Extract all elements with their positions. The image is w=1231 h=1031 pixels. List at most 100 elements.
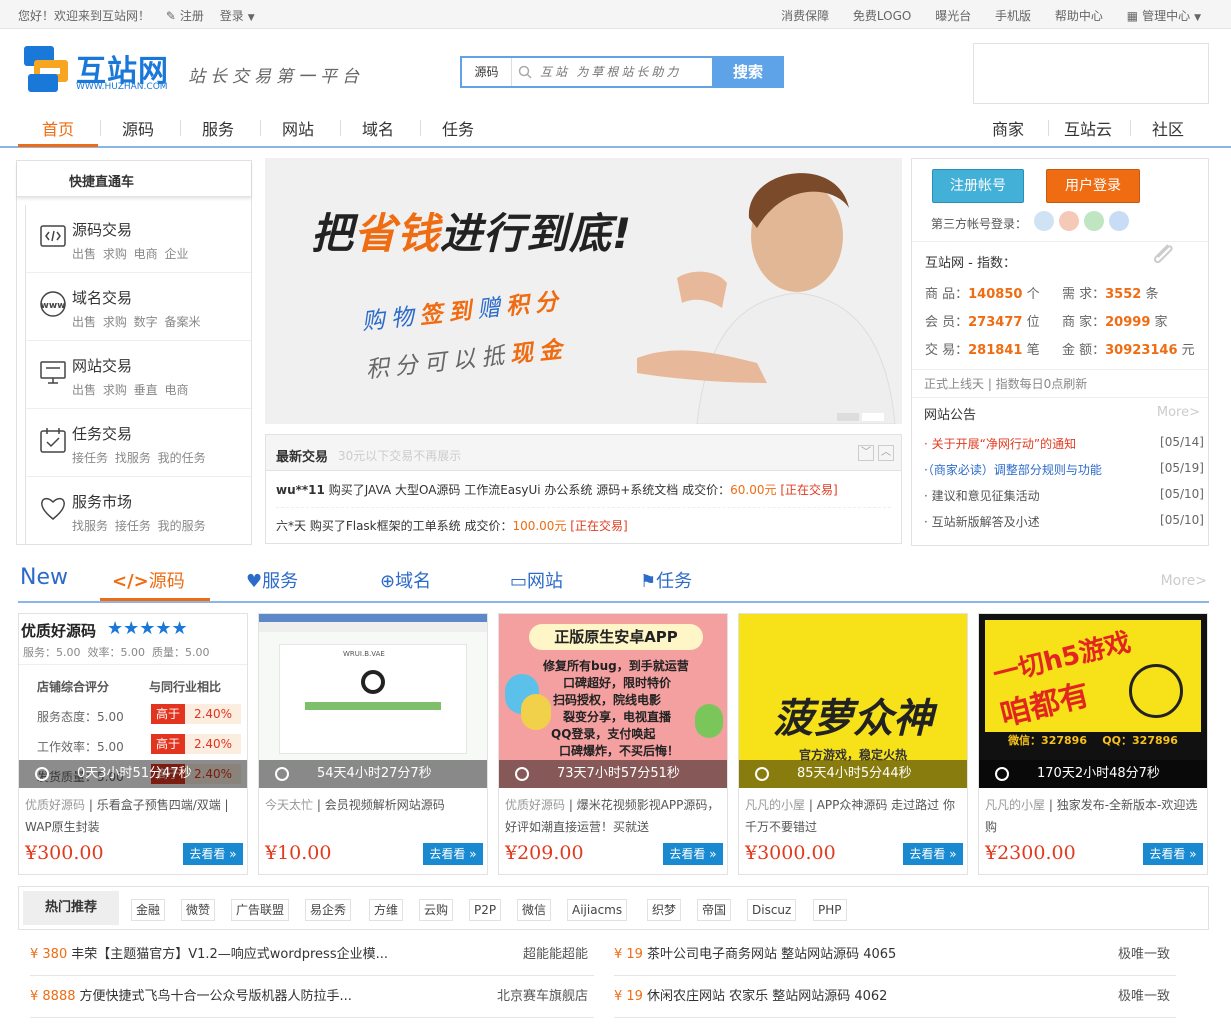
welcome-text: 您好！欢迎来到互站网！ (18, 9, 151, 23)
nav-source[interactable]: 源码 (122, 116, 154, 140)
product-card[interactable]: 菠萝众神 官方游戏，稳定火热 85天4小时5分44秒 凡凡的小屋 | APP众神… (738, 613, 968, 875)
quick-item-website[interactable]: 网站交易 出售 求购 垂直 电商 (25, 341, 251, 409)
toplink-exposure[interactable]: 曝光台 (935, 9, 971, 23)
trade-row[interactable]: wu**11 购买了JAVA 大型OA源码 工作流EasyUi 办公系统 源码+… (276, 472, 891, 508)
notice-more-link[interactable]: More> (1157, 405, 1200, 420)
baidu-icon[interactable] (1109, 211, 1129, 231)
clock-icon (755, 767, 769, 781)
wechat-icon[interactable] (1084, 211, 1104, 231)
user-login-button[interactable]: 用户登录 (1046, 169, 1140, 203)
hot-tag[interactable]: P2P (469, 899, 502, 921)
hot-tag[interactable]: Aijiacms (567, 899, 628, 921)
nav-domain[interactable]: 域名 (362, 116, 394, 140)
view-button[interactable]: 去看看 » (183, 843, 243, 865)
hot-item[interactable]: ¥ 19 休闲农庄网站 农家乐 整站网站源码 4062 极唯一致 (614, 976, 1176, 1018)
nav-cloud[interactable]: 互站云 (1064, 116, 1112, 140)
quick-item-service[interactable]: 服务市场 找服务 接任务 我的服务 (25, 477, 251, 545)
qq-icon[interactable] (1034, 211, 1054, 231)
code-icon (40, 225, 66, 247)
hot-tag[interactable]: 方维 (369, 899, 404, 921)
nav-community[interactable]: 社区 (1152, 116, 1184, 140)
search-button[interactable]: 搜索 (712, 56, 784, 88)
register-link[interactable]: ✎ 注册 (166, 9, 204, 23)
trade-row[interactable]: 六*天 购买了Flask框架的工单系统 成交价：100.00元 [正在交易] (276, 508, 891, 544)
hot-item[interactable]: ¥ 8888 方便快捷式飞鸟十合一公众号版机器人防拉手... 北京赛车旗舰店 (30, 976, 594, 1018)
product-title[interactable]: 今天太忙 | 会员视频解析网站源码 (265, 794, 483, 838)
hot-tag[interactable]: 微信 (517, 899, 552, 921)
view-button[interactable]: 去看看 » (663, 843, 723, 865)
admin-center-link[interactable]: ▦ 管理中心 ▼ (1127, 9, 1201, 23)
product-card[interactable]: 正版原生安卓APP 修复所有bug，到手就运营 口碑超好，限时特价 扫码授权，院… (498, 613, 728, 875)
notice-item[interactable]: · 关于开展“净网行动”的通知 [05/14] (924, 435, 1204, 452)
quick-item-domain[interactable]: www 域名交易 出售 求购 数字 备案米 (25, 273, 251, 341)
hero-banner[interactable]: 把省钱进行到底! 购物签到赠积分 积分可以抵现金 (265, 158, 902, 424)
hot-tag[interactable]: 织梦 (647, 899, 682, 921)
hot-item[interactable]: ¥ 19 茶叶公司电子商务网站 整站网站源码 4065 极唯一致 (614, 934, 1176, 976)
notice-title: 网站公告 (924, 408, 977, 423)
countdown-timer: 0天3小时51分47秒 (19, 760, 247, 788)
quick-access-header: 快捷直通车 (17, 161, 251, 197)
nav-merchant[interactable]: 商家 (992, 116, 1024, 140)
new-more-link[interactable]: More> (1161, 573, 1207, 589)
hot-tag[interactable]: 金融 (131, 899, 166, 921)
latest-trades-note: 30元以下交易不再展示 (338, 449, 462, 463)
search-box: 源码 搜索 (460, 56, 784, 88)
stat-demand: 需 求：3552 条 (1062, 287, 1159, 302)
tab-source[interactable]: </>源码 (112, 567, 185, 593)
search-category-select[interactable]: 源码 (462, 58, 512, 86)
hot-tag[interactable]: 微赞 (181, 899, 216, 921)
monitor-icon (40, 361, 66, 384)
tab-website[interactable]: ▭网站 (510, 567, 563, 593)
main-nav: 首页 源码 服务 网站 域名 任务 商家 互站云 社区 (0, 108, 1231, 148)
tab-domain[interactable]: ⊕域名 (380, 567, 431, 593)
product-title[interactable]: 优质好源码 | 爆米花视频影视APP源码，好评如潮直接运营！买就送 (505, 794, 723, 838)
search-input[interactable] (540, 61, 710, 83)
login-link[interactable]: 登录 ▼ (220, 9, 255, 23)
calendar-check-icon (40, 428, 66, 453)
banner-dot-2[interactable] (862, 413, 884, 421)
chevron-down-icon[interactable]: ﹀ (858, 445, 874, 461)
product-card[interactable]: 一切h5游戏 咱都有 微信：327896 QQ：327896 170天2小时48… (978, 613, 1208, 875)
banner-dot-1[interactable] (837, 413, 859, 421)
search-icon (518, 65, 532, 79)
hot-item[interactable]: ¥ 380 丰荣【主题猫官方】V1.2—响应式wordpress企业模... 超能能… (30, 934, 594, 976)
notice-item[interactable]: · 建议和意见征集活动 [05/10] (924, 487, 1204, 504)
quick-item-task[interactable]: 任务交易 接任务 找服务 我的任务 (25, 409, 251, 477)
hot-tag[interactable]: PHP (813, 899, 847, 921)
site-logo[interactable]: 互站网 WWW.HUZHAN.COM (24, 40, 172, 98)
stat-goods: 商 品：140850 个 (925, 287, 1040, 302)
nav-website[interactable]: 网站 (282, 116, 314, 140)
hot-tag[interactable]: 云购 (419, 899, 454, 921)
hot-tag[interactable]: 易企秀 (305, 899, 352, 921)
tab-service[interactable]: ♥服务 (246, 567, 298, 593)
register-account-button[interactable]: 注册帐号 (932, 169, 1024, 203)
quick-item-source[interactable]: 源码交易 出售 求购 电商 企业 (25, 205, 251, 273)
product-title[interactable]: 凡凡的小屋 | 独家发布-全新版本-欢迎选购 (985, 794, 1203, 838)
toplink-help[interactable]: 帮助中心 (1055, 9, 1103, 23)
latest-trades-title: 最新交易 (276, 450, 329, 465)
product-card[interactable]: WRUI.B.VAE 54天4小时27分7秒 今天太忙 | 会员视频解析网站源码… (258, 613, 488, 875)
chevron-down-icon: ▼ (1194, 13, 1201, 23)
tab-task[interactable]: ⚑任务 (640, 567, 692, 593)
hot-tag[interactable]: 帝国 (697, 899, 732, 921)
product-title[interactable]: 凡凡的小屋 | APP众神源码 走过路过 你千万不要错过 (745, 794, 963, 838)
nav-service[interactable]: 服务 (202, 116, 234, 140)
countdown-timer: 85天4小时5分44秒 (739, 760, 967, 788)
view-button[interactable]: 去看看 » (423, 843, 483, 865)
toplink-logo[interactable]: 免费LOGO (853, 9, 911, 23)
view-button[interactable]: 去看看 » (1143, 843, 1203, 865)
view-button[interactable]: 去看看 » (903, 843, 963, 865)
product-title[interactable]: 优质好源码 | 乐看盒子预售四端/双端 | WAP原生封装 (25, 794, 243, 838)
hot-tag[interactable]: Discuz (747, 899, 797, 921)
toplink-guarantee[interactable]: 消费保障 (781, 9, 829, 23)
chevron-up-icon[interactable]: ︿ (878, 445, 894, 461)
edit-icon: ✎ (165, 9, 176, 23)
nav-task[interactable]: 任务 (442, 116, 474, 140)
product-card[interactable]: 优质好源码 ★★★★★ 服务：5.00 效率：5.00 质量：5.00 店铺综合… (18, 613, 248, 875)
weibo-icon[interactable] (1059, 211, 1079, 231)
notice-item[interactable]: · 互站新版解答及小述 [05/10] (924, 513, 1204, 530)
nav-home[interactable]: 首页 (42, 116, 74, 140)
notice-item[interactable]: ·（商家必读）调整部分规则与功能 [05/19] (924, 461, 1204, 478)
hot-tag[interactable]: 广告联盟 (231, 899, 290, 921)
toplink-mobile[interactable]: 手机版 (995, 9, 1031, 23)
